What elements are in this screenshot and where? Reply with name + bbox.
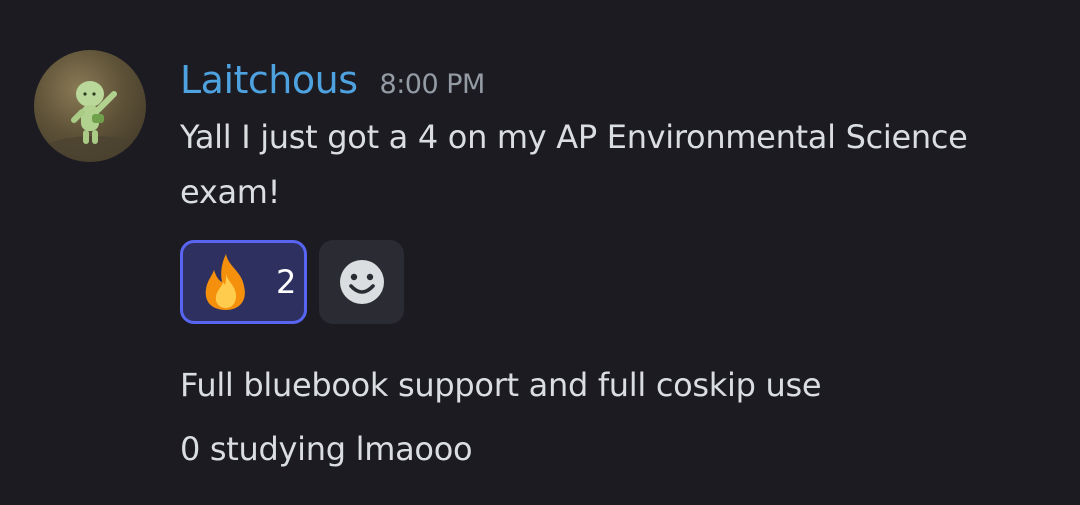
followup-message-text: Full bluebook support and full coskip us… (180, 366, 822, 404)
username[interactable]: Laitchous (180, 58, 358, 102)
smiley-add-reaction-icon (339, 260, 384, 304)
add-reaction-button[interactable] (319, 240, 404, 324)
message-text-line: exam! (180, 173, 281, 211)
chat-message: Laitchous 8:00 PM Yall I just got a 4 on… (0, 0, 1080, 505)
fire-emoji-icon (205, 254, 245, 310)
message-header: Laitchous 8:00 PM (180, 58, 485, 108)
reaction-count: 2 (276, 263, 297, 301)
message-text-line: Yall I just got a 4 on my AP Environment… (180, 118, 968, 156)
reaction-fire[interactable]: 2 (180, 240, 307, 324)
avatar-figure-image (44, 81, 144, 162)
followup-message-text: 0 studying lmaooo (180, 430, 473, 468)
timestamp[interactable]: 8:00 PM (380, 69, 486, 100)
reaction-bar: 2 (180, 240, 404, 324)
avatar[interactable] (34, 50, 146, 162)
